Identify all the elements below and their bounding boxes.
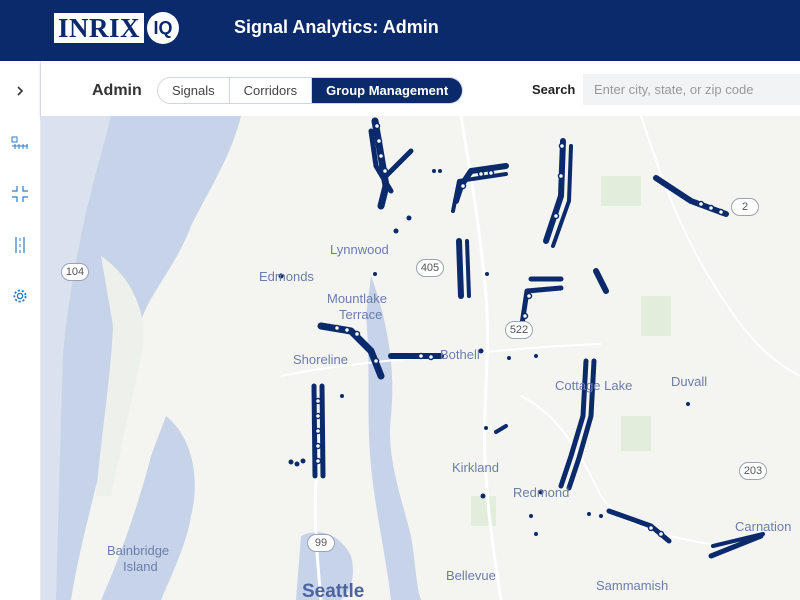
place-label: Island (123, 559, 158, 574)
place-label: Edmonds (259, 269, 314, 284)
tab-group: Signals Corridors Group Management (157, 77, 464, 104)
place-label: Redmond (513, 485, 570, 500)
logo-badge: IQ (147, 12, 180, 44)
top-bar: INRIX IQ Signal Analytics: Admin (0, 0, 800, 61)
route-shield: 99 (307, 534, 335, 552)
place-label: Shoreline (293, 352, 348, 367)
place-label: Bothell (440, 347, 480, 362)
place-label: Terrace (339, 307, 383, 322)
tab-corridors[interactable]: Corridors (229, 78, 313, 103)
chevron-right-icon[interactable] (6, 77, 34, 105)
place-label: Cottage Lake (555, 378, 633, 393)
app-title: Signal Analytics: Admin (234, 17, 439, 37)
search-label: Search (532, 82, 576, 97)
place-label: Mountlake (327, 291, 387, 306)
tab-group-management[interactable]: Group Management (312, 78, 463, 103)
route-shield: 522 (505, 321, 533, 339)
map-canvas (41, 116, 800, 600)
place-label: Carnation (735, 519, 792, 534)
gear-icon[interactable] (6, 282, 34, 310)
place-label: Sammamish (596, 578, 669, 593)
route-shield: 104 (61, 263, 89, 281)
place-label: Seattle (302, 581, 365, 600)
place-label: Duvall (671, 374, 708, 389)
corridor-icon[interactable] (6, 231, 34, 259)
route-shield: 2 (731, 198, 759, 216)
inrix-iq-logo[interactable]: INRIX IQ (54, 12, 180, 44)
place-label: Lynnwood (330, 242, 389, 257)
search-input[interactable] (583, 74, 800, 105)
place-label: Bellevue (446, 568, 496, 583)
intersection-icon[interactable] (6, 180, 34, 208)
section-title: Admin (92, 82, 142, 99)
map-view[interactable]: Lynnwood Edmonds Mountlake Terrace Shore… (41, 116, 800, 600)
sidebar (0, 61, 41, 600)
place-label: Bainbridge (107, 543, 170, 558)
logo-text: INRIX (54, 13, 145, 43)
toolbar: Admin Signals Corridors Group Management… (41, 61, 800, 116)
signals-icon[interactable] (6, 129, 34, 157)
tab-signals[interactable]: Signals (158, 78, 230, 103)
route-shield: 405 (416, 259, 444, 277)
route-shield: 203 (739, 462, 767, 480)
place-label: Kirkland (452, 460, 499, 475)
